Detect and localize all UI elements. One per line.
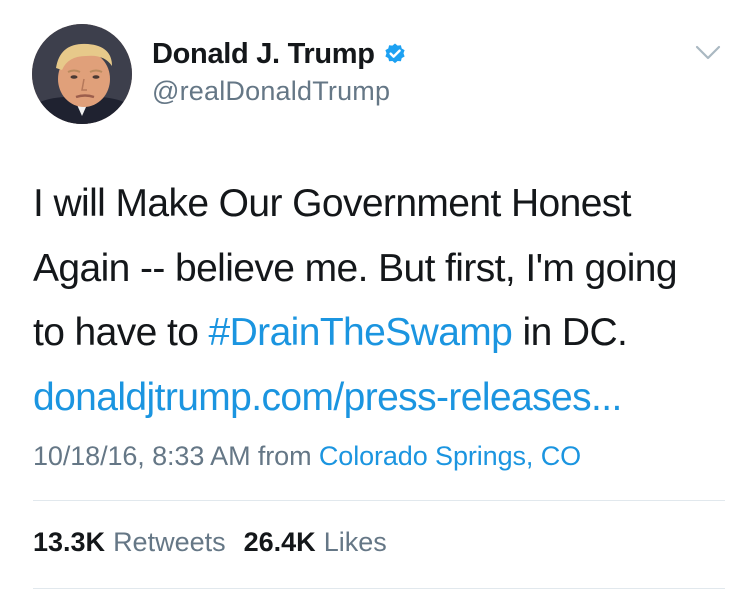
from-label: from <box>250 441 319 471</box>
avatar[interactable] <box>32 24 132 124</box>
tweet-stats: 13.3K Retweets 26.4K Likes <box>33 527 387 558</box>
url-link[interactable]: donaldjtrump.com/press-releases... <box>33 366 733 431</box>
divider <box>33 500 725 501</box>
location-link[interactable]: Colorado Springs, CO <box>319 441 581 471</box>
likes-label: Likes <box>323 527 387 557</box>
retweets-label: Retweets <box>113 527 226 557</box>
tweet-text: I will Make Our Government Honest Again … <box>33 172 733 430</box>
tweet-text-line: I will Make Our Government Honest <box>33 182 632 225</box>
tweet-meta: 10/18/16, 8:33 AM from Colorado Springs,… <box>33 441 581 472</box>
tweet-text-line: to have to #DrainTheSwamp in DC. <box>33 301 733 366</box>
display-name[interactable]: Donald J. Trump <box>152 38 375 71</box>
name-row: Donald J. Trump <box>152 36 407 72</box>
tweet-card: Donald J. Trump @realDonaldTrump I will … <box>0 0 750 600</box>
timestamp[interactable]: 10/18/16, 8:33 AM <box>33 441 251 471</box>
tweet-text-line: Again -- believe me. But first, I'm goin… <box>33 246 678 290</box>
tweet-text-segment: in DC. <box>512 311 628 354</box>
likes-stat[interactable]: 26.4K Likes <box>244 527 387 558</box>
divider <box>33 588 725 589</box>
user-handle[interactable]: @realDonaldTrump <box>152 76 407 107</box>
profile-photo-icon <box>32 24 132 124</box>
chevron-down-icon[interactable] <box>694 44 722 62</box>
tweet-text-segment: to have to <box>33 311 209 354</box>
verified-badge-icon <box>383 42 407 66</box>
retweets-stat[interactable]: 13.3K Retweets <box>33 527 226 558</box>
likes-count: 26.4K <box>243 527 316 557</box>
hashtag-link[interactable]: #DrainTheSwamp <box>209 311 513 354</box>
author-header: Donald J. Trump @realDonaldTrump <box>152 36 407 107</box>
retweets-count: 13.3K <box>33 527 106 557</box>
